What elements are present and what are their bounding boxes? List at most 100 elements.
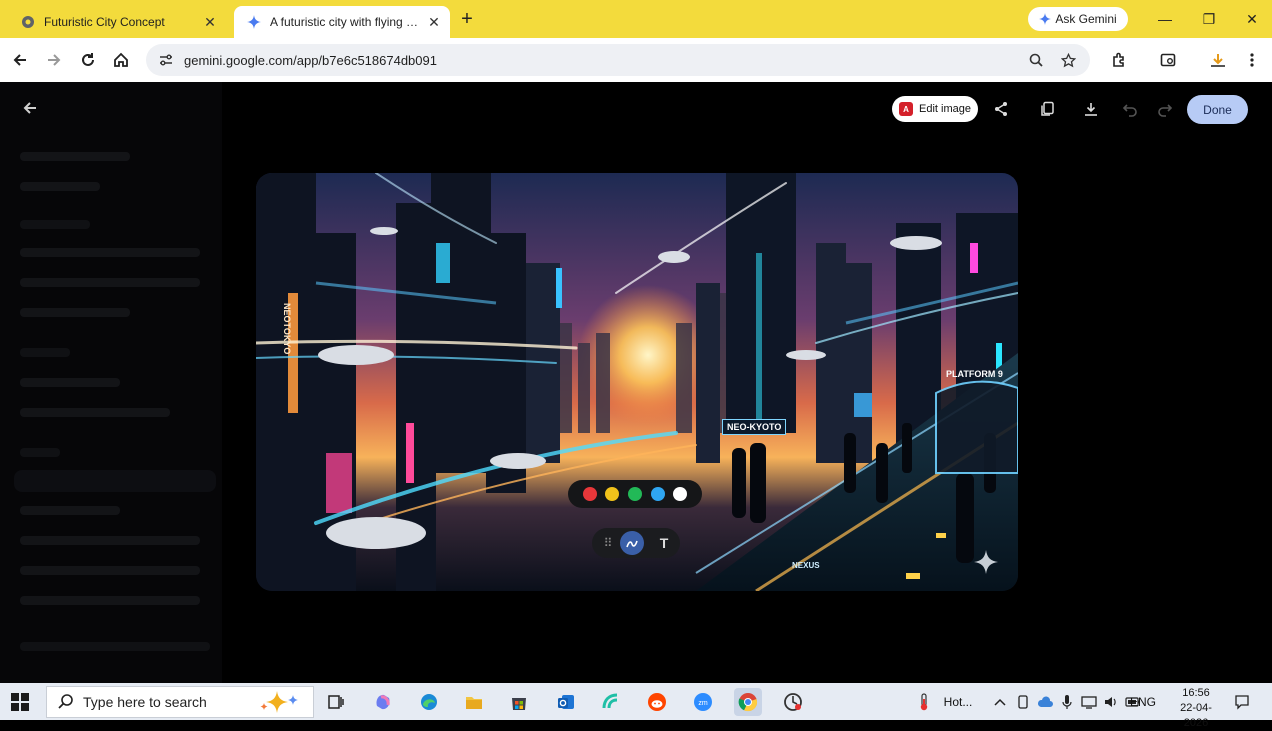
sidebar-placeholder-line	[20, 536, 200, 545]
done-button[interactable]: Done	[1187, 95, 1248, 124]
restore-icon[interactable]: ❐	[1197, 8, 1221, 30]
tab-title: A futuristic city with flying cars	[270, 15, 424, 29]
search-placeholder: Type here to search	[83, 694, 207, 710]
text-tool-button[interactable]: T	[652, 531, 676, 555]
meet-now-icon[interactable]	[1014, 683, 1032, 720]
tab-search-icon[interactable]	[1156, 48, 1180, 72]
neo-kyoto-sign: NEO-KYOTO	[722, 419, 787, 435]
back-arrow-icon[interactable]	[8, 48, 32, 72]
sidebar-placeholder-line	[20, 448, 60, 457]
search-highlight-sparkles-icon	[260, 691, 298, 713]
sidebar-placeholder-line	[20, 152, 130, 161]
edit-image-label: Edit image	[919, 103, 971, 115]
volume-icon[interactable]	[1102, 683, 1120, 720]
sidebar-placeholder-line	[20, 348, 70, 357]
neotokyo-sign: NEOTOKYO	[282, 303, 292, 355]
sidebar-placeholder-line	[20, 408, 170, 417]
thermometer-icon[interactable]	[914, 683, 934, 720]
address-bar[interactable]: gemini.google.com/app/b7e6c518674db091	[146, 44, 1090, 76]
search-icon	[58, 694, 73, 709]
ask-gemini-label: Ask Gemini	[1055, 12, 1117, 26]
platform-9-sign: PLATFORM 9	[946, 369, 1003, 379]
teal-app-icon[interactable]	[597, 688, 625, 716]
url-text[interactable]: gemini.google.com/app/b7e6c518674db091	[184, 53, 1026, 68]
tab-futuristic-city-concept[interactable]: Futuristic City Concept ✕	[8, 6, 226, 38]
tab-close-icon[interactable]: ✕	[424, 12, 444, 32]
sidebar-placeholder-line	[20, 182, 100, 191]
color-swatch-yellow[interactable]	[605, 487, 620, 501]
windows-start-icon[interactable]	[10, 692, 30, 712]
color-swatch-green[interactable]	[627, 487, 642, 501]
color-swatch-white[interactable]	[673, 487, 688, 501]
ask-gemini-button[interactable]: Ask Gemini	[1028, 7, 1128, 31]
color-palette	[568, 480, 702, 508]
microphone-icon[interactable]	[1058, 683, 1076, 720]
extensions-icon[interactable]	[1107, 48, 1131, 72]
sidebar-placeholder-line	[20, 308, 130, 317]
zoom-app-icon[interactable]: zm	[689, 688, 717, 716]
windows-taskbar: Type here to search zm Hot... ENG 16:56 …	[0, 683, 1272, 729]
gemini-image-editor: A Edit image Done NEOTOKYO NEO-KYOTO PLA…	[0, 82, 1272, 683]
gear-favicon-icon	[20, 14, 36, 30]
color-swatch-blue[interactable]	[650, 487, 665, 501]
gemini-sparkle-icon	[246, 14, 262, 30]
more-menu-icon[interactable]	[1240, 48, 1264, 72]
sidebar-placeholder-line	[20, 566, 200, 575]
edit-image-button[interactable]: A Edit image	[892, 96, 978, 122]
zoom-icon[interactable]	[1026, 50, 1046, 70]
sidebar-selected-item	[14, 470, 216, 492]
chevron-up-icon[interactable]	[991, 683, 1009, 720]
redo-icon[interactable]	[1155, 99, 1175, 119]
notifications-icon[interactable]	[1232, 683, 1252, 720]
tab-close-icon[interactable]: ✕	[200, 12, 220, 32]
minimize-icon[interactable]: —	[1153, 8, 1177, 30]
undo-icon[interactable]	[1120, 99, 1140, 119]
sidebar-placeholder-line	[20, 506, 120, 515]
home-icon[interactable]	[109, 48, 133, 72]
gemini-sparkle-icon	[1039, 13, 1052, 25]
tab-futuristic-city-flying-cars[interactable]: A futuristic city with flying cars ✕	[234, 6, 450, 38]
copy-icon[interactable]	[1037, 99, 1057, 119]
nexus-sign: NEXUS	[792, 561, 820, 570]
system-clock[interactable]: 16:56 22-04-2026	[1170, 686, 1222, 731]
bookmark-star-icon[interactable]	[1058, 50, 1078, 70]
copilot-icon[interactable]	[369, 688, 397, 716]
outlook-icon[interactable]	[552, 688, 580, 716]
network-icon[interactable]	[1080, 683, 1098, 720]
tab-title: Futuristic City Concept	[44, 15, 165, 29]
color-swatch-red[interactable]	[582, 487, 597, 501]
weather-label[interactable]: Hot...	[940, 683, 976, 720]
draw-tool-icon[interactable]	[620, 531, 644, 555]
reddit-icon[interactable]	[643, 688, 671, 716]
taskbar-search-box[interactable]: Type here to search	[46, 686, 314, 718]
svg-text:zm: zm	[698, 700, 708, 707]
edit-tool-pill: ⠿ T	[592, 528, 680, 558]
sidebar-placeholder-line	[20, 248, 200, 257]
task-view-icon[interactable]	[322, 688, 350, 716]
microsoft-store-icon[interactable]	[505, 688, 533, 716]
download-indicator-icon[interactable]	[1206, 48, 1230, 72]
edge-icon[interactable]	[415, 688, 443, 716]
gemini-watermark-sparkle-icon	[974, 550, 998, 574]
chrome-icon[interactable]	[734, 688, 762, 716]
site-info-icon[interactable]	[156, 50, 176, 70]
acrobat-icon: A	[899, 102, 913, 116]
close-window-icon[interactable]: ✕	[1240, 8, 1264, 30]
clock-date: 22-04-2026	[1180, 702, 1212, 729]
share-icon[interactable]	[991, 99, 1011, 119]
sidebar-placeholder-line	[20, 220, 90, 229]
input-language[interactable]: ENG	[1128, 683, 1158, 720]
new-tab-button[interactable]: +	[456, 9, 478, 31]
sidebar-placeholder-line	[20, 278, 200, 287]
sidebar-placeholder-line	[20, 642, 210, 651]
clock-time: 16:56	[1182, 687, 1210, 699]
drag-handle-icon[interactable]: ⠿	[600, 536, 616, 550]
cloud-sync-icon[interactable]	[1036, 683, 1054, 720]
file-explorer-icon[interactable]	[460, 688, 488, 716]
forward-arrow-icon[interactable]	[42, 48, 66, 72]
download-icon[interactable]	[1081, 99, 1101, 119]
back-arrow-icon[interactable]	[22, 100, 40, 118]
sidebar-backdrop	[0, 82, 222, 683]
reload-icon[interactable]	[76, 48, 100, 72]
screen-recorder-icon[interactable]	[779, 688, 807, 716]
